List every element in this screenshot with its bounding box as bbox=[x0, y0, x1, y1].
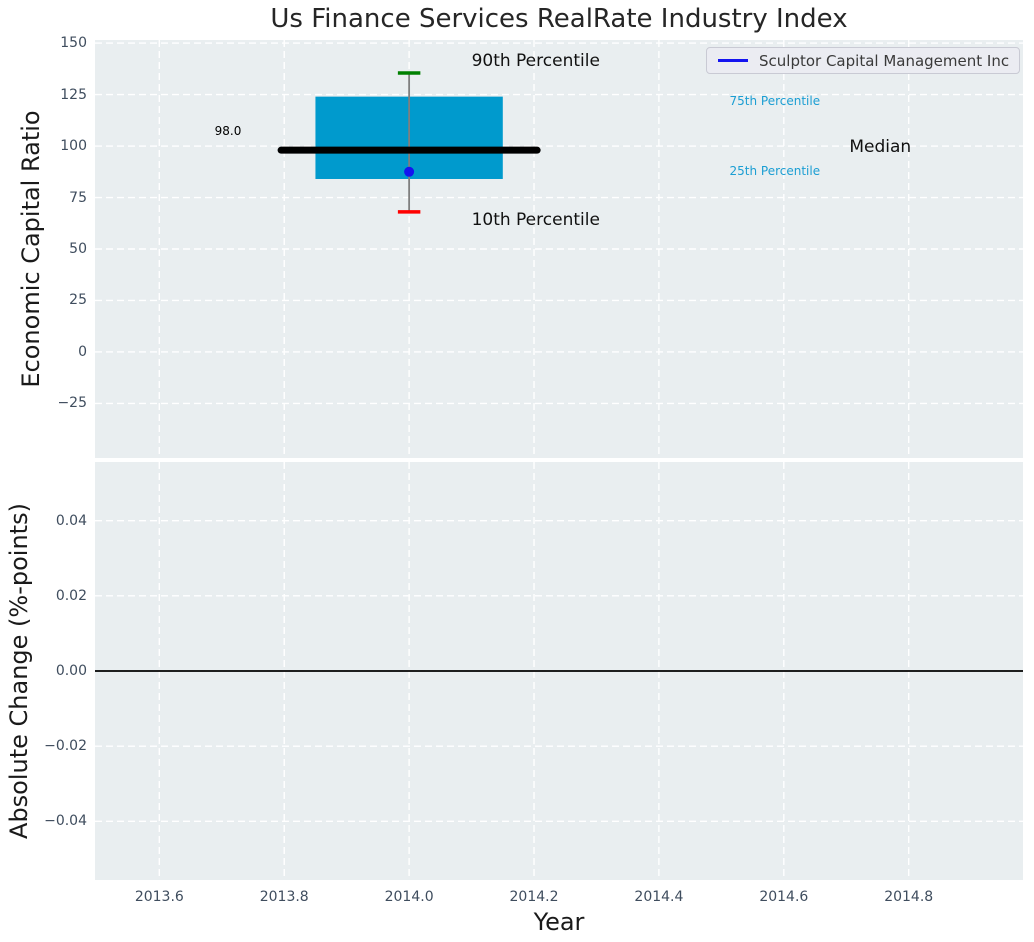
annotation-25th-percentile: 25th Percentile bbox=[729, 163, 821, 178]
annotation-10th-percentile: 10th Percentile bbox=[471, 210, 600, 231]
legend: Sculptor Capital Management Inc bbox=[706, 47, 1020, 74]
y-tick-label: 125 bbox=[60, 86, 87, 103]
x-tick-label: 2014.8 bbox=[884, 889, 934, 905]
x-tick-label: 2013.8 bbox=[259, 889, 309, 905]
y-tick-label: 25 bbox=[69, 292, 87, 309]
annotation-median: Median bbox=[849, 137, 912, 158]
top-plot-area bbox=[95, 40, 1023, 458]
x-tick-label: 2014.4 bbox=[634, 889, 684, 905]
y-tick-label: 0.02 bbox=[55, 587, 87, 604]
y-tick-label: 100 bbox=[60, 138, 87, 155]
top-y-axis-label: Economic Capital Ratio bbox=[17, 110, 45, 388]
company-dot bbox=[404, 166, 415, 177]
y-tick-label: 0 bbox=[78, 343, 87, 360]
bottom-plot-area bbox=[95, 462, 1023, 880]
legend-label: Sculptor Capital Management Inc bbox=[759, 51, 1010, 70]
x-axis-label: Year bbox=[533, 908, 585, 936]
y-tick-label: 0.00 bbox=[55, 663, 87, 679]
legend-line-sample bbox=[718, 59, 748, 62]
annotation-90th-percentile: 90th Percentile bbox=[471, 50, 600, 71]
y-tick-label: 150 bbox=[60, 35, 87, 52]
x-tick-label: 2013.6 bbox=[134, 889, 184, 905]
y-tick-label: −25 bbox=[57, 395, 87, 412]
y-tick-label: 50 bbox=[69, 241, 87, 257]
x-tick-label: 2014.6 bbox=[759, 889, 809, 905]
annotation-median-value: 98.0 bbox=[214, 123, 242, 138]
y-tick-label: −0.02 bbox=[44, 738, 87, 755]
y-tick-label: −0.04 bbox=[44, 813, 87, 830]
y-tick-label: 75 bbox=[69, 189, 87, 206]
y-tick-label: 0.04 bbox=[55, 512, 87, 529]
annotation-75th-percentile: 75th Percentile bbox=[729, 93, 821, 108]
bottom-y-axis-label: Absolute Change (%-points) bbox=[5, 503, 33, 839]
chart-title: Us Finance Services RealRate Industry In… bbox=[270, 4, 848, 34]
figure: Us Finance Services RealRate Industry In… bbox=[0, 0, 1034, 942]
x-tick-label: 2014.2 bbox=[509, 889, 559, 905]
x-tick-label: 2014.0 bbox=[384, 889, 434, 905]
